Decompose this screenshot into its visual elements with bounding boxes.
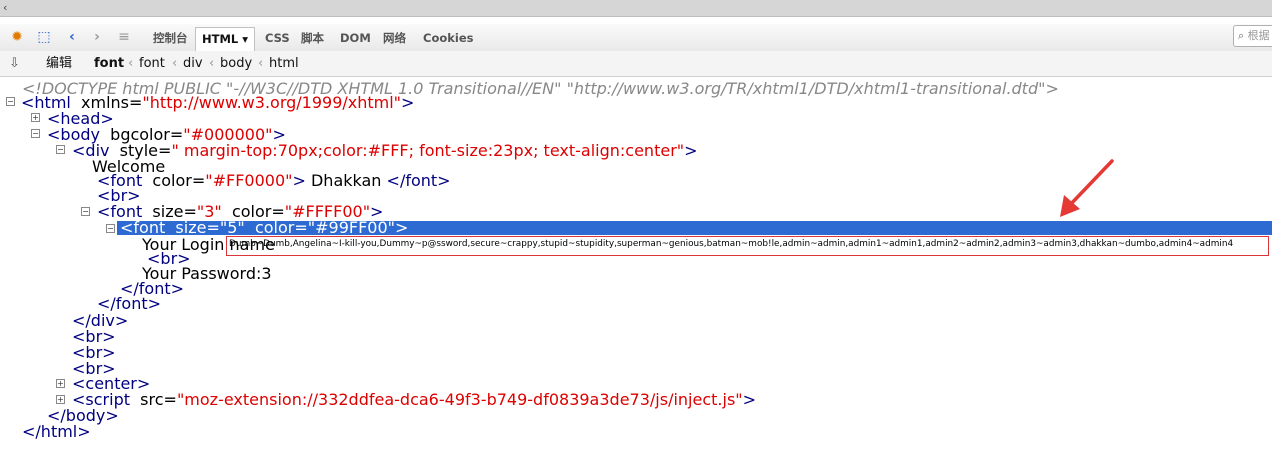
tab-console[interactable]: 控制台 <box>147 27 194 50</box>
div-close-node[interactable]: </div> <box>72 313 128 329</box>
collapse-toggle-icon[interactable]: − <box>56 145 65 154</box>
annotation-arrow-icon <box>1060 159 1114 217</box>
text-node-login-value: Dumb~Dumb,Angelina~I-kill-you,Dummy~p@ss… <box>229 239 1234 249</box>
br-node[interactable]: <br> <box>72 345 116 361</box>
breadcrumb-item-div[interactable]: div <box>183 51 203 76</box>
html-node[interactable]: <html xmlns="http://www.w3.org/1999/xhtm… <box>21 95 414 111</box>
breadcrumb-item-font-current[interactable]: font <box>94 51 124 76</box>
step-icon[interactable]: ≡ <box>114 27 134 47</box>
br-node[interactable]: <br> <box>72 329 116 345</box>
scroll-left-icon[interactable]: ‹ <box>3 0 7 16</box>
firebug-toolbar: ✹ ⬚ ‹ › ≡ 控制台 HTML ▾ CSS 脚本 DOM 网络 Cooki… <box>0 24 1272 52</box>
expand-toggle-icon[interactable]: + <box>56 379 65 388</box>
edit-button[interactable]: 编辑 <box>46 51 72 76</box>
br-node[interactable]: <br> <box>97 188 141 204</box>
font-close-node[interactable]: </font> <box>97 296 161 312</box>
expand-toggle-icon[interactable]: + <box>31 113 40 122</box>
search-icon: ⌕ <box>1238 29 1245 42</box>
breadcrumb-bar: ⇩ 编辑 font ‹ font ‹ div ‹ body ‹ html <box>0 51 1272 77</box>
font-node-yellow[interactable]: <font size="3" color="#FFFF00"> <box>97 204 383 220</box>
breadcrumb-item-html[interactable]: html <box>269 51 299 76</box>
inspect-icon[interactable]: ⬚ <box>34 27 54 47</box>
search-input[interactable]: ⌕ 根据 <box>1233 25 1272 47</box>
collapse-toggle-icon[interactable]: − <box>81 207 90 216</box>
search-placeholder: 根据 <box>1247 29 1270 42</box>
collapse-toggle-icon[interactable]: − <box>31 129 40 138</box>
collapse-toggle-icon[interactable]: − <box>6 97 15 106</box>
body-close-node[interactable]: </body> <box>47 408 119 424</box>
head-node[interactable]: <head> <box>47 111 114 127</box>
font-node-selected[interactable]: <font size="5" color="#99FF00"> <box>120 220 408 236</box>
breadcrumb-separator: ‹ <box>172 56 178 71</box>
breadcrumb-separator: ‹ <box>209 56 215 71</box>
break-on-mutate-icon[interactable]: ⇩ <box>9 51 20 76</box>
expand-toggle-icon[interactable]: + <box>56 395 65 404</box>
tab-cookies[interactable]: Cookies <box>417 27 479 50</box>
tab-css[interactable]: CSS <box>259 27 296 50</box>
forward-icon[interactable]: › <box>87 27 107 47</box>
center-node[interactable]: <center> <box>72 376 150 392</box>
breadcrumb-item-body[interactable]: body <box>220 51 252 76</box>
body-node[interactable]: <body bgcolor="#000000"> <box>47 127 286 143</box>
tab-html[interactable]: HTML ▾ <box>195 27 256 52</box>
tab-script[interactable]: 脚本 <box>295 27 330 50</box>
script-node[interactable]: <script src="moz-extension://332ddfea-dc… <box>72 392 756 408</box>
collapse-toggle-icon[interactable]: − <box>106 224 115 233</box>
tab-dom[interactable]: DOM <box>334 27 377 50</box>
tab-net[interactable]: 网络 <box>377 27 412 50</box>
div-node[interactable]: <div style=" margin-top:70px;color:#FFF;… <box>72 143 698 159</box>
breadcrumb-separator: ‹ <box>258 56 264 71</box>
font-node-red[interactable]: <font color="#FF0000"> Dhakkan </font> <box>97 173 451 189</box>
back-icon[interactable]: ‹ <box>62 27 82 47</box>
firebug-icon[interactable]: ✹ <box>7 27 27 47</box>
browser-top-strip: ‹ <box>0 0 1272 17</box>
html-close-node[interactable]: </html> <box>22 424 91 440</box>
breadcrumb-item-font[interactable]: font <box>139 51 165 76</box>
breadcrumb-separator: ‹ <box>128 56 134 71</box>
